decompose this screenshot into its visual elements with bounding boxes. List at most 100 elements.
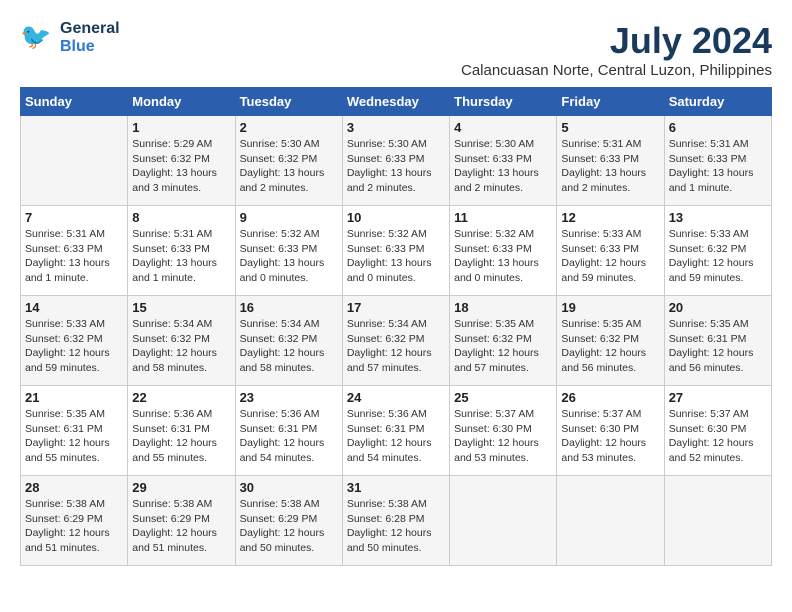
day-number: 20: [669, 300, 767, 315]
day-info: Sunrise: 5:30 AM Sunset: 6:33 PM Dayligh…: [347, 137, 445, 196]
day-number: 21: [25, 390, 123, 405]
day-number: 8: [132, 210, 230, 225]
calendar-cell: 30Sunrise: 5:38 AM Sunset: 6:29 PM Dayli…: [235, 476, 342, 566]
calendar-cell: [557, 476, 664, 566]
calendar-cell: 5Sunrise: 5:31 AM Sunset: 6:33 PM Daylig…: [557, 116, 664, 206]
day-number: 3: [347, 120, 445, 135]
calendar-cell: 29Sunrise: 5:38 AM Sunset: 6:29 PM Dayli…: [128, 476, 235, 566]
day-number: 27: [669, 390, 767, 405]
calendar-cell: 9 Sunrise: 5:32 AM Sunset: 6:33 PM Daylig…: [235, 206, 342, 296]
month-year-title: July 2024: [461, 20, 772, 62]
header-cell-tuesday: Tuesday: [235, 88, 342, 116]
calendar-cell: 15 Sunrise: 5:34 AM Sunset: 6:32 PM Dayli…: [128, 296, 235, 386]
svg-text:🐦: 🐦: [20, 23, 51, 51]
day-info: Sunrise: 5:31 AM Sunset: 6:33 PM Dayligh…: [669, 137, 767, 196]
day-info: Sunrise: 5:36 AM Sunset: 6:31 PM Dayligh…: [347, 407, 445, 466]
calendar-cell: 13 Sunrise: 5:33 AM Sunset: 6:32 PM Dayli…: [664, 206, 771, 296]
calendar-cell: 4 Sunrise: 5:30 AM Sunset: 6:33 PM Daylig…: [450, 116, 557, 206]
day-number: 9: [240, 210, 338, 225]
day-info: Sunrise: 5:32 AM Sunset: 6:33 PM Dayligh…: [347, 227, 445, 286]
header-cell-friday: Friday: [557, 88, 664, 116]
calendar-cell: [21, 116, 128, 206]
week-row-3: 14 Sunrise: 5:33 AM Sunset: 6:32 PM Dayli…: [21, 296, 772, 386]
logo-icon: 🐦: [20, 20, 56, 56]
calendar-cell: 26 Sunrise: 5:37 AM Sunset: 6:30 PM Dayli…: [557, 386, 664, 476]
header-cell-wednesday: Wednesday: [342, 88, 449, 116]
day-info: Sunrise: 5:32 AM Sunset: 6:33 PM Dayligh…: [454, 227, 552, 286]
page-header: 🐦 General Blue July 2024 Calancuasan Nor…: [20, 20, 772, 79]
day-info: Sunrise: 5:33 AM Sunset: 6:32 PM Dayligh…: [669, 227, 767, 286]
day-number: 1: [132, 120, 230, 135]
day-info: Sunrise: 5:34 AM Sunset: 6:32 PM Dayligh…: [347, 317, 445, 376]
day-number: 14: [25, 300, 123, 315]
calendar-cell: 18 Sunrise: 5:35 AM Sunset: 6:32 PM Dayli…: [450, 296, 557, 386]
week-row-1: 1 Sunrise: 5:29 AM Sunset: 6:32 PM Daylig…: [21, 116, 772, 206]
day-number: 11: [454, 210, 552, 225]
day-info: Sunrise: 5:38 AM Sunset: 6:29 PM Dayligh…: [25, 497, 123, 556]
logo-text: General Blue: [60, 20, 120, 56]
day-info: Sunrise: 5:30 AM Sunset: 6:32 PM Dayligh…: [240, 137, 338, 196]
day-number: 6: [669, 120, 767, 135]
day-info: Sunrise: 5:36 AM Sunset: 6:31 PM Dayligh…: [132, 407, 230, 466]
calendar-cell: 19 Sunrise: 5:35 AM Sunset: 6:32 PM Dayli…: [557, 296, 664, 386]
day-number: 24: [347, 390, 445, 405]
day-number: 30: [240, 480, 338, 495]
calendar-cell: 3 Sunrise: 5:30 AM Sunset: 6:33 PM Daylig…: [342, 116, 449, 206]
day-number: 23: [240, 390, 338, 405]
calendar-cell: 28 Sunrise: 5:38 AM Sunset: 6:29 PM Dayli…: [21, 476, 128, 566]
day-number: 22: [132, 390, 230, 405]
calendar-cell: 7 Sunrise: 5:31 AM Sunset: 6:33 PM Daylig…: [21, 206, 128, 296]
calendar-cell: 1 Sunrise: 5:29 AM Sunset: 6:32 PM Daylig…: [128, 116, 235, 206]
day-info: Sunrise: 5:31 AM Sunset: 6:33 PM Dayligh…: [25, 227, 123, 286]
calendar-table: SundayMondayTuesdayWednesdayThursdayFrid…: [20, 87, 772, 566]
day-info: Sunrise: 5:35 AM Sunset: 6:31 PM Dayligh…: [25, 407, 123, 466]
day-info: Sunrise: 5:29 AM Sunset: 6:32 PM Dayligh…: [132, 137, 230, 196]
header-row: SundayMondayTuesdayWednesdayThursdayFrid…: [21, 88, 772, 116]
day-number: 28: [25, 480, 123, 495]
day-number: 26: [561, 390, 659, 405]
day-info: Sunrise: 5:38 AM Sunset: 6:29 PM Dayligh…: [132, 497, 230, 556]
calendar-cell: 6 Sunrise: 5:31 AM Sunset: 6:33 PM Daylig…: [664, 116, 771, 206]
day-info: Sunrise: 5:31 AM Sunset: 6:33 PM Dayligh…: [561, 137, 659, 196]
calendar-cell: 2Sunrise: 5:30 AM Sunset: 6:32 PM Daylig…: [235, 116, 342, 206]
day-info: Sunrise: 5:32 AM Sunset: 6:33 PM Dayligh…: [240, 227, 338, 286]
day-number: 4: [454, 120, 552, 135]
week-row-2: 7 Sunrise: 5:31 AM Sunset: 6:33 PM Daylig…: [21, 206, 772, 296]
day-info: Sunrise: 5:34 AM Sunset: 6:32 PM Dayligh…: [132, 317, 230, 376]
calendar-cell: 17Sunrise: 5:34 AM Sunset: 6:32 PM Dayli…: [342, 296, 449, 386]
calendar-cell: 21 Sunrise: 5:35 AM Sunset: 6:31 PM Dayli…: [21, 386, 128, 476]
day-info: Sunrise: 5:38 AM Sunset: 6:28 PM Dayligh…: [347, 497, 445, 556]
header-cell-saturday: Saturday: [664, 88, 771, 116]
calendar-cell: 10Sunrise: 5:32 AM Sunset: 6:33 PM Dayli…: [342, 206, 449, 296]
day-info: Sunrise: 5:35 AM Sunset: 6:32 PM Dayligh…: [561, 317, 659, 376]
calendar-cell: 12 Sunrise: 5:33 AM Sunset: 6:33 PM Dayli…: [557, 206, 664, 296]
day-info: Sunrise: 5:33 AM Sunset: 6:33 PM Dayligh…: [561, 227, 659, 286]
calendar-cell: 25Sunrise: 5:37 AM Sunset: 6:30 PM Dayli…: [450, 386, 557, 476]
header-cell-sunday: Sunday: [21, 88, 128, 116]
day-info: Sunrise: 5:37 AM Sunset: 6:30 PM Dayligh…: [454, 407, 552, 466]
calendar-cell: 24 Sunrise: 5:36 AM Sunset: 6:31 PM Dayli…: [342, 386, 449, 476]
day-number: 16: [240, 300, 338, 315]
day-number: 12: [561, 210, 659, 225]
calendar-cell: 31 Sunrise: 5:38 AM Sunset: 6:28 PM Dayli…: [342, 476, 449, 566]
day-info: Sunrise: 5:35 AM Sunset: 6:32 PM Dayligh…: [454, 317, 552, 376]
day-number: 18: [454, 300, 552, 315]
calendar-cell: 8 Sunrise: 5:31 AM Sunset: 6:33 PM Daylig…: [128, 206, 235, 296]
calendar-cell: 20 Sunrise: 5:35 AM Sunset: 6:31 PM Dayli…: [664, 296, 771, 386]
day-info: Sunrise: 5:37 AM Sunset: 6:30 PM Dayligh…: [669, 407, 767, 466]
day-number: 13: [669, 210, 767, 225]
day-info: Sunrise: 5:36 AM Sunset: 6:31 PM Dayligh…: [240, 407, 338, 466]
day-number: 15: [132, 300, 230, 315]
day-info: Sunrise: 5:37 AM Sunset: 6:30 PM Dayligh…: [561, 407, 659, 466]
calendar-cell: [450, 476, 557, 566]
day-info: Sunrise: 5:35 AM Sunset: 6:31 PM Dayligh…: [669, 317, 767, 376]
header-cell-monday: Monday: [128, 88, 235, 116]
title-block: July 2024 Calancuasan Norte, Central Luz…: [461, 20, 772, 79]
day-info: Sunrise: 5:31 AM Sunset: 6:33 PM Dayligh…: [132, 227, 230, 286]
day-info: Sunrise: 5:33 AM Sunset: 6:32 PM Dayligh…: [25, 317, 123, 376]
day-number: 31: [347, 480, 445, 495]
day-number: 19: [561, 300, 659, 315]
day-number: 7: [25, 210, 123, 225]
day-info: Sunrise: 5:30 AM Sunset: 6:33 PM Dayligh…: [454, 137, 552, 196]
calendar-cell: 14 Sunrise: 5:33 AM Sunset: 6:32 PM Dayli…: [21, 296, 128, 386]
